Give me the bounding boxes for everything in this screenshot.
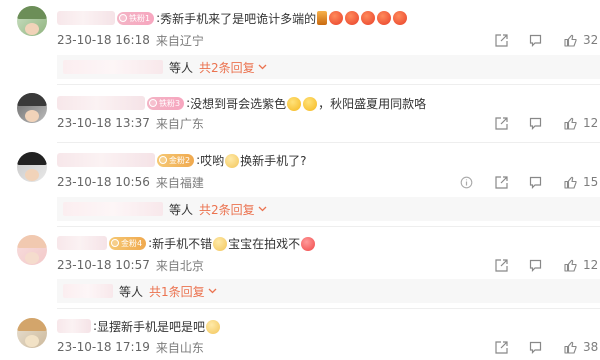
comment-meta: 23-10-18 17:19 来自山东: [57, 338, 204, 356]
location: 来自福建: [155, 175, 204, 190]
badge-icon: [149, 99, 157, 107]
comment-header: 金粉4 : 新手机不错 宝宝在拍戏不: [57, 233, 316, 253]
candle-emoji-icon: [317, 11, 328, 25]
share-icon[interactable]: [495, 258, 508, 272]
cat-emoji-icon: [225, 154, 240, 168]
timestamp: 23-10-18 10:57: [57, 258, 150, 272]
timestamp: 23-10-18 17:19: [57, 340, 150, 354]
like-count: 15: [583, 175, 599, 189]
comment-meta: 23-10-18 10:57 来自北京: [57, 256, 204, 274]
cat-emoji-icon: [206, 320, 221, 334]
badge-icon: [111, 239, 119, 247]
comment-meta: 23-10-18 10:56 来自福建: [57, 173, 204, 191]
comment-text: 新手机不错 宝宝在拍戏不: [152, 235, 316, 252]
angry-emoji-icon: [361, 11, 376, 25]
chevron-down-icon: [258, 206, 267, 212]
comment-icon[interactable]: [529, 341, 542, 354]
angry-emoji-icon: [393, 11, 408, 25]
chevron-down-icon: [208, 288, 217, 294]
fan-badge: 铁粉1: [117, 11, 155, 25]
badge-icon: [159, 156, 167, 164]
fan-badge: 金粉4: [109, 236, 147, 250]
thumbs-up-icon: [564, 341, 577, 354]
username-blurred[interactable]: [57, 96, 145, 110]
username-blurred[interactable]: [57, 11, 115, 25]
laughing-emoji-icon: [303, 97, 318, 111]
reply-users-blurred: [63, 284, 113, 298]
reply-users-blurred: [63, 60, 163, 74]
badge-icon: [119, 14, 127, 22]
share-icon[interactable]: [495, 116, 508, 130]
timestamp: 23-10-18 16:18: [57, 33, 150, 47]
laughing-emoji-icon: [287, 97, 302, 111]
like-count: 38: [583, 340, 599, 354]
username-blurred[interactable]: [57, 236, 107, 250]
comment-text: 没想到哥会选紫色 ，秋阳盛夏用同款咯: [190, 96, 427, 111]
view-replies-link[interactable]: 共2条回复: [199, 59, 267, 76]
comment-text: 哎哟 换新手机了?: [200, 153, 307, 168]
like-button[interactable]: 12: [564, 116, 598, 130]
view-replies-link[interactable]: 共1条回复: [149, 283, 217, 300]
comment-icon[interactable]: [529, 34, 542, 47]
reply-users-blurred: [63, 202, 163, 216]
share-icon[interactable]: [495, 175, 508, 189]
fan-badge: 铁粉3: [147, 96, 185, 110]
comment-icon[interactable]: [529, 117, 542, 130]
info-icon[interactable]: [460, 176, 473, 189]
comment-meta: 23-10-18 13:37 来自广东: [57, 114, 204, 132]
like-button[interactable]: 38: [564, 340, 598, 354]
replies-summary: 等人 共1条回复: [57, 279, 600, 303]
divider: [57, 142, 600, 143]
location: 来自北京: [155, 258, 204, 273]
comment-icon[interactable]: [529, 176, 542, 189]
divider: [57, 84, 600, 85]
username-blurred[interactable]: [57, 319, 91, 333]
cat-emoji-icon: [213, 237, 228, 251]
comment-header: 铁粉3 : 没想到哥会选紫色 ，秋阳盛夏用同款咯: [57, 93, 426, 113]
comment-meta: 23-10-18 16:18 来自辽宁: [57, 31, 204, 49]
view-replies-link[interactable]: 共2条回复: [199, 201, 267, 218]
avatar[interactable]: [17, 93, 47, 123]
heart-eyes-emoji-icon: [301, 237, 316, 251]
timestamp: 23-10-18 13:37: [57, 116, 150, 130]
avatar[interactable]: [17, 235, 47, 265]
thumbs-up-icon: [564, 117, 577, 130]
avatar[interactable]: [17, 318, 47, 348]
comment-header: : 显摆新手机是吧是吧: [57, 316, 221, 336]
divider: [57, 226, 600, 227]
location: 来自山东: [155, 340, 204, 355]
chevron-down-icon: [258, 64, 267, 70]
angry-emoji-icon: [329, 11, 344, 25]
avatar[interactable]: [17, 6, 47, 36]
location: 来自辽宁: [155, 33, 204, 48]
angry-emoji-icon: [377, 11, 392, 25]
like-count: 32: [583, 33, 599, 47]
comment-text: 显摆新手机是吧是吧: [97, 318, 221, 335]
location: 来自广东: [155, 116, 204, 131]
comment-header: 金粉2 : 哎哟 换新手机了?: [57, 150, 307, 170]
like-button[interactable]: 12: [564, 258, 598, 272]
comment-header: 铁粉1 : 秀新手机来了是吧诡计多端的: [57, 8, 408, 28]
divider: [57, 308, 600, 309]
replies-summary: 等人 共2条回复: [57, 55, 600, 79]
like-count: 12: [583, 258, 599, 272]
username-blurred[interactable]: [57, 153, 155, 167]
replies-summary: 等人 共2条回复: [57, 197, 600, 221]
comment-icon[interactable]: [529, 259, 542, 272]
comment-text: 秀新手机来了是吧诡计多端的: [160, 11, 317, 26]
share-icon[interactable]: [495, 340, 508, 354]
share-icon[interactable]: [495, 33, 508, 47]
thumbs-up-icon: [564, 34, 577, 47]
like-button[interactable]: 15: [564, 175, 598, 189]
angry-emoji-icon: [345, 11, 360, 25]
like-button[interactable]: 32: [564, 33, 598, 47]
avatar[interactable]: [17, 152, 47, 182]
like-count: 12: [583, 116, 599, 130]
timestamp: 23-10-18 10:56: [57, 175, 150, 189]
thumbs-up-icon: [564, 259, 577, 272]
thumbs-up-icon: [564, 176, 577, 189]
fan-badge: 金粉2: [157, 153, 195, 167]
